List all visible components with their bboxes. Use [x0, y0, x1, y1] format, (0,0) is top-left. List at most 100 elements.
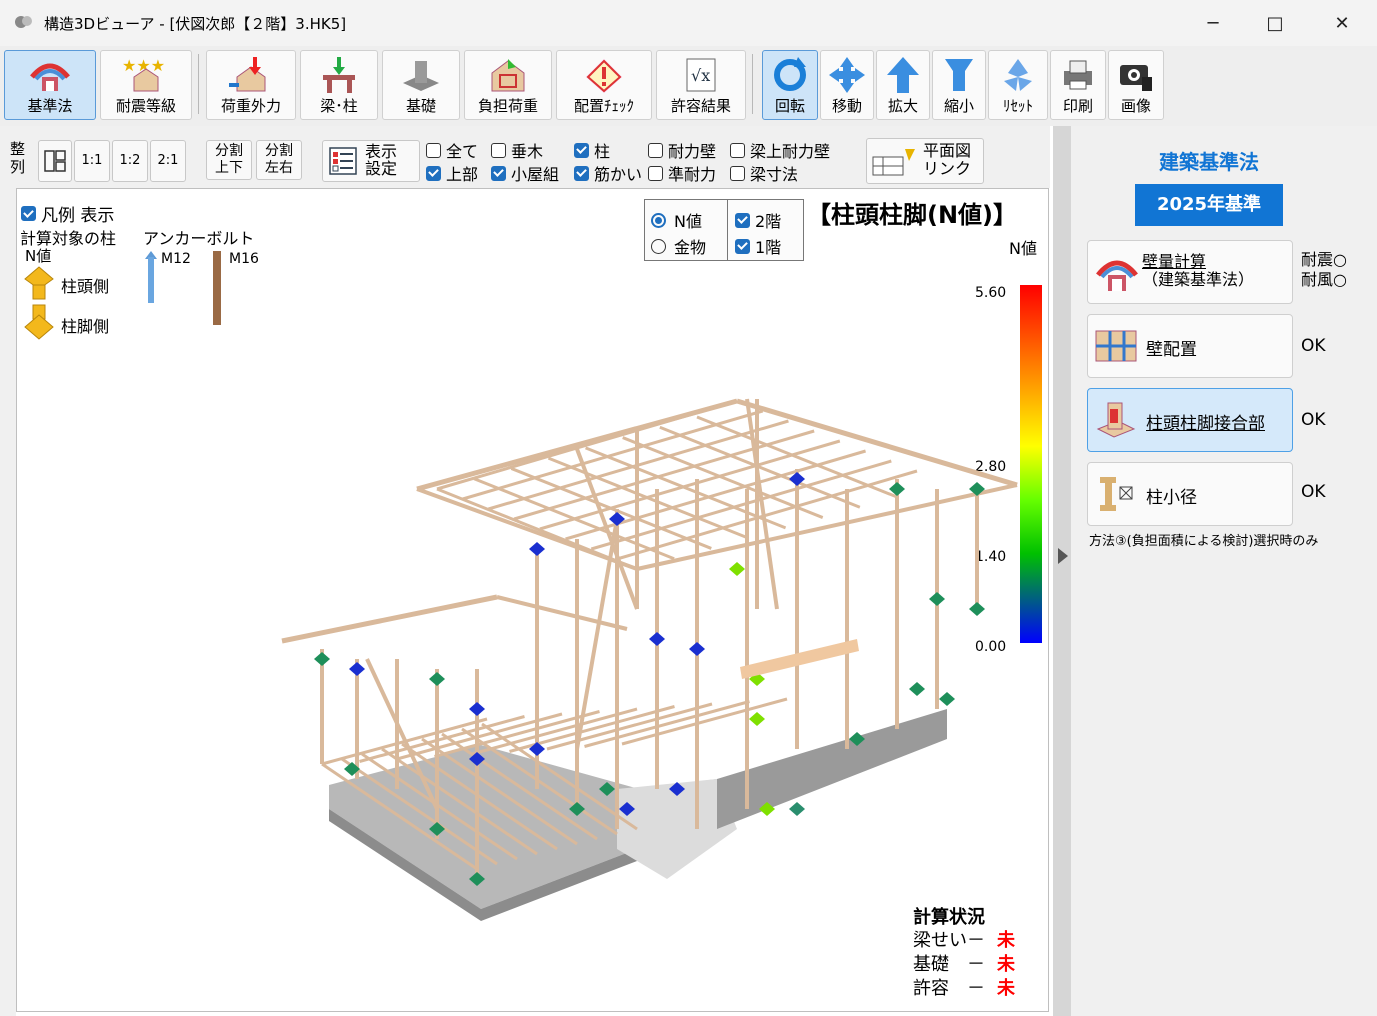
house-law-icon	[1096, 260, 1138, 291]
ratio-2-1-button[interactable]: 2:1	[150, 140, 186, 182]
checkbox-all[interactable]: 全て	[426, 138, 478, 162]
split-vertical-line2: 上下	[215, 160, 243, 176]
ratio-1-2-button[interactable]: 1:2	[112, 140, 148, 182]
kijunho-button[interactable]: 基準法	[4, 50, 96, 120]
highlight-beam	[740, 639, 859, 679]
arrow-down-icon	[945, 59, 973, 91]
checkbox-column-box[interactable]	[574, 142, 589, 158]
split-vertical-button[interactable]: 分割 上下	[206, 140, 252, 180]
wall-calc-status: 耐震○ 耐風○	[1301, 250, 1347, 290]
checkbox-beam-size[interactable]: 梁寸法	[730, 161, 798, 185]
maximize-button[interactable]: □	[1244, 0, 1306, 46]
calc-status-title: 計算状況	[913, 907, 985, 928]
haichi-label: 配置ﾁｪｯｸ	[573, 97, 634, 115]
kijunho-label: 基準法	[27, 97, 73, 115]
structure-model[interactable]	[17, 189, 1048, 1011]
column-marker	[649, 632, 665, 646]
print-button[interactable]: 印刷	[1050, 50, 1106, 120]
split-horizontal-button[interactable]: 分割 左右	[256, 140, 302, 180]
column-marker	[789, 802, 805, 816]
checkbox-brace[interactable]: 筋かい	[574, 161, 642, 185]
checkbox-bearing-wall-box[interactable]	[648, 142, 663, 158]
checkbox-rafter-box[interactable]	[491, 142, 506, 158]
panel-splitter[interactable]	[1053, 126, 1071, 1016]
wind-status: 耐風○	[1301, 270, 1347, 289]
split-horizontal-line2: 左右	[265, 160, 293, 176]
futan-button[interactable]: 負担荷重	[464, 50, 552, 120]
ratio-1-1-button[interactable]: 1:1	[74, 140, 110, 182]
split-vertical-line1: 分割	[215, 143, 243, 159]
move-icon	[829, 57, 865, 93]
column-marker	[469, 702, 485, 716]
display-settings-line2: 設定	[365, 159, 398, 178]
zoom-out-button[interactable]: 縮小	[932, 50, 986, 120]
column-marker	[929, 592, 945, 606]
column-joint-icon	[1096, 402, 1136, 438]
zoom-in-button[interactable]: 拡大	[876, 50, 930, 120]
method-note: 方法③(負担面積による検討)選択時のみ	[1089, 534, 1319, 549]
checkbox-upper-box[interactable]	[426, 165, 441, 181]
kyoyo-button[interactable]: √x 許容結果	[656, 50, 746, 120]
wall-grid-icon	[1095, 330, 1137, 362]
kaju-button[interactable]: 荷重外力	[206, 50, 296, 120]
app-icon	[15, 16, 32, 28]
minimize-button[interactable]: ─	[1182, 0, 1244, 46]
taishin-button[interactable]: ★★★ 耐震等級	[100, 50, 192, 120]
wall-layout-button[interactable]: 壁配置	[1087, 314, 1293, 378]
checkbox-beam-size-box[interactable]	[730, 165, 745, 181]
checkbox-beam-wall-box[interactable]	[730, 142, 745, 158]
checklist-icon	[329, 147, 357, 175]
timber-member	[736, 398, 1018, 488]
calc-row-foundation: 基礎 － 未	[913, 953, 1015, 977]
timber-member	[281, 594, 498, 644]
hari-button[interactable]: 梁･柱	[300, 50, 378, 120]
3d-viewport[interactable]: 凡例 表示 計算対象の柱 N値 柱頭側 柱脚側 アンカーボルト M12 M16 …	[16, 188, 1049, 1012]
column-diameter-button[interactable]: 柱小径	[1087, 462, 1293, 526]
left-strip	[0, 126, 16, 1016]
align-text: 整列	[10, 140, 26, 176]
formula-icon: √x	[686, 58, 716, 92]
wall-layout-label: 壁配置	[1146, 340, 1197, 360]
column-marker	[529, 542, 545, 556]
calc-row-foundation-label: 基礎 －	[913, 954, 985, 975]
move-button[interactable]: 移動	[820, 50, 874, 120]
collapse-arrow-icon[interactable]	[1056, 546, 1068, 566]
calc-row-beam-label: 梁せい－	[913, 930, 985, 951]
display-settings-button[interactable]: 表示 設定	[322, 140, 420, 182]
print-label: 印刷	[1062, 97, 1093, 115]
stars-house-icon: ★★★	[122, 56, 165, 92]
checkbox-roof-frame-box[interactable]	[491, 165, 506, 181]
reset-button[interactable]: ﾘｾｯﾄ	[988, 50, 1048, 120]
calc-row-beam: 梁せい－ 未	[913, 929, 1015, 953]
checkbox-brace-box[interactable]	[574, 165, 589, 181]
side-header: 建築基準法	[1159, 150, 1259, 174]
checkbox-upper[interactable]: 上部	[426, 161, 478, 185]
checkbox-brace-label: 筋かい	[594, 165, 643, 184]
checkbox-all-box[interactable]	[426, 142, 441, 158]
kiso-button[interactable]: 基礎	[382, 50, 460, 120]
image-label: 画像	[1120, 97, 1151, 115]
checkbox-quasi-bearing[interactable]: 準耐力	[648, 161, 716, 185]
plan-link-button[interactable]: 平面図 リンク	[866, 138, 984, 184]
beam-column-icon	[323, 57, 355, 93]
column-marker	[969, 602, 985, 616]
checkbox-quasi-bearing-box[interactable]	[648, 165, 663, 181]
wall-calc-button[interactable]: 壁量計算 （建築基準法）	[1087, 240, 1293, 304]
checkbox-roof-frame[interactable]: 小屋組	[491, 161, 559, 185]
layout-grid-button[interactable]	[38, 140, 72, 182]
checkbox-column[interactable]: 柱	[574, 138, 610, 162]
wall-calc-subtitle: （建築基準法）	[1142, 270, 1255, 289]
haichi-button[interactable]: 配置ﾁｪｯｸ	[556, 50, 652, 120]
column-marker	[909, 682, 925, 696]
rotate-button[interactable]: 回転	[762, 50, 818, 120]
wall-calc-title: 壁量計算	[1142, 252, 1207, 271]
image-button[interactable]: 画像	[1108, 50, 1164, 120]
checkbox-bearing-wall[interactable]: 耐力壁	[648, 138, 716, 162]
standard-badge[interactable]: 2025年基準	[1135, 184, 1283, 226]
column-joint-button[interactable]: 柱頭柱脚接合部	[1087, 388, 1293, 452]
camera-icon	[1120, 65, 1152, 91]
close-button[interactable]: ✕	[1311, 0, 1373, 46]
checkbox-beam-wall[interactable]: 梁上耐力壁	[730, 138, 830, 162]
kiso-label: 基礎	[405, 97, 436, 115]
checkbox-rafter[interactable]: 垂木	[491, 138, 543, 162]
